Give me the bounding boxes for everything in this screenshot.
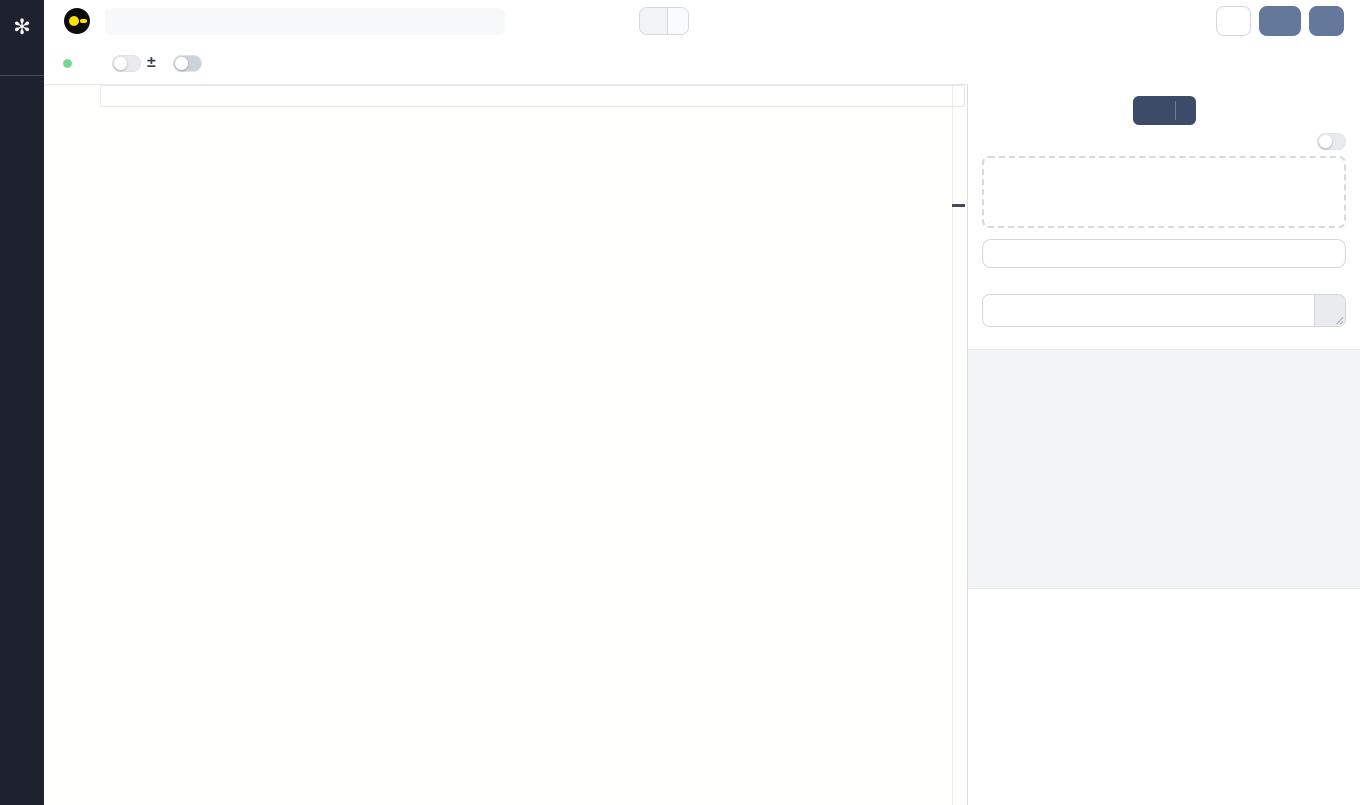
test-button[interactable]	[1133, 96, 1175, 125]
sidebar-divider	[0, 75, 44, 76]
result-area	[968, 588, 1360, 805]
code-content[interactable]	[100, 85, 952, 805]
diff-icon: ±	[147, 54, 156, 72]
right-panel	[967, 84, 1360, 805]
raw-s3-toggle[interactable]	[1317, 133, 1346, 150]
edit-title-pencil-icon[interactable]	[481, 14, 495, 28]
overview-ruler[interactable]	[952, 85, 967, 805]
status-dot	[63, 59, 72, 68]
editor-toolbar: ±	[44, 42, 1360, 84]
collapse-panel-icon[interactable]	[982, 100, 997, 115]
name-input[interactable]	[982, 294, 1346, 327]
test-button-group	[1133, 96, 1196, 125]
check-icon	[1337, 361, 1351, 375]
topbar	[44, 0, 1360, 42]
path-value[interactable]	[668, 8, 688, 34]
required-note	[982, 270, 1346, 285]
cursor-overview-mark	[952, 204, 965, 207]
logs-area	[968, 350, 1360, 588]
settings-button[interactable]	[1216, 6, 1251, 36]
script-title-input[interactable]	[105, 8, 505, 35]
file-dropzone[interactable]	[982, 156, 1346, 228]
choose-object-catalog-button[interactable]	[982, 239, 1346, 268]
line-number-gutter	[44, 85, 100, 805]
code-editor[interactable]	[44, 84, 967, 805]
path-control[interactable]	[639, 7, 689, 35]
capture-trigger-button[interactable]	[1176, 96, 1196, 125]
windmill-logo-icon[interactable]	[0, 10, 44, 44]
duckdb-language-icon	[64, 8, 90, 34]
insert-variable-button[interactable]	[1314, 295, 1345, 326]
info-icon[interactable]	[1330, 604, 1346, 620]
sidebar	[0, 0, 44, 805]
draft-button[interactable]	[1259, 6, 1301, 36]
app-root: ±	[0, 0, 1360, 805]
deploy-button[interactable]	[1309, 6, 1344, 36]
diff-mode-toggle[interactable]	[112, 55, 141, 72]
autoscroll-control[interactable]	[968, 350, 1360, 375]
multiplayer-toggle[interactable]	[173, 55, 202, 72]
